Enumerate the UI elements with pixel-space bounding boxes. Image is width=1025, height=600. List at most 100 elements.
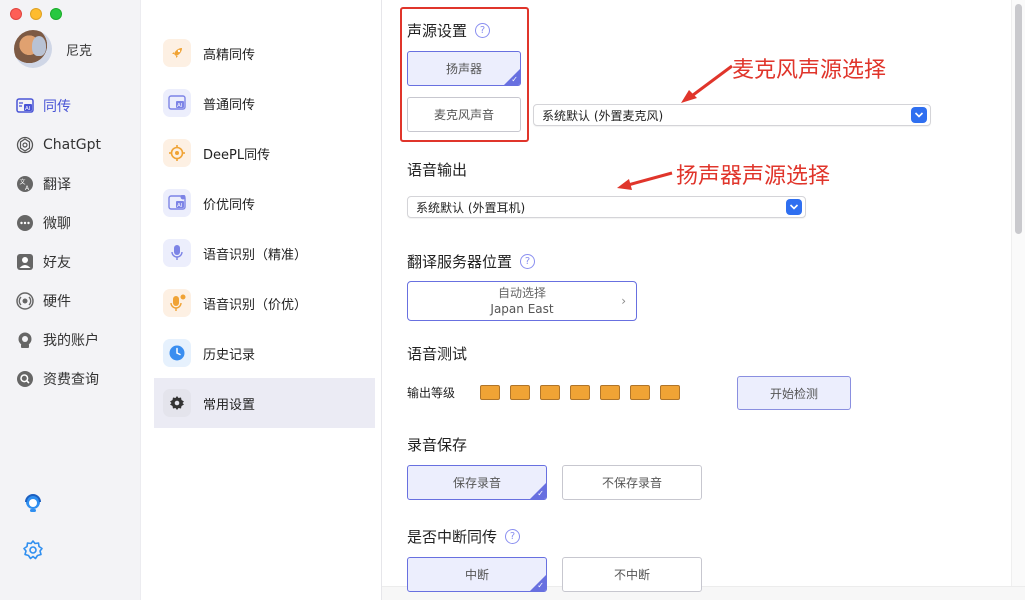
- annotation-arrow-speaker: [617, 171, 673, 190]
- sidebar-item-friends[interactable]: 好友: [0, 242, 141, 281]
- button-label: 保存录音: [452, 476, 501, 490]
- sidebar-item-hardware[interactable]: 硬件: [0, 281, 141, 320]
- mic-source-button[interactable]: 麦克风声音: [407, 97, 521, 132]
- select-value: 系统默认 (外置麦克风): [542, 108, 664, 123]
- save-recording-button[interactable]: 保存录音 ✓: [407, 465, 547, 500]
- speaker-source-button[interactable]: 扬声器 ✓: [407, 51, 521, 86]
- chevron-down-icon: [911, 107, 927, 123]
- rocket-icon: [163, 39, 191, 67]
- chevron-right-icon: ›: [621, 294, 626, 308]
- interrupt-title: 是否中断同传 ?: [407, 526, 521, 547]
- sidebar: 尼克 AI 同传 ChatGpt 文A 翻译 微聊 好友 硬件 我的账户 资费查…: [0, 0, 141, 600]
- list-item-common-settings[interactable]: 常用设置: [154, 378, 375, 428]
- button-label: 不中断: [613, 568, 650, 582]
- support-icon[interactable]: [22, 492, 44, 514]
- check-icon: ✓: [511, 75, 518, 84]
- no-interrupt-button[interactable]: 不中断: [562, 557, 702, 592]
- sidebar-item-pricing[interactable]: 资费查询: [0, 359, 141, 398]
- list-item-label: 语音识别（价优）: [203, 297, 308, 313]
- speaker-output-select[interactable]: 系统默认 (外置耳机): [407, 196, 806, 218]
- list-item-label: 语音识别（精准）: [203, 247, 308, 263]
- server-location-title: 翻译服务器位置 ?: [407, 251, 536, 272]
- microphone-icon: [163, 289, 191, 317]
- app-window: 尼克 AI 同传 ChatGpt 文A 翻译 微聊 好友 硬件 我的账户 资费查…: [0, 0, 1025, 600]
- list-item-label: 高精同传: [203, 47, 256, 63]
- annotation-arrow-mic: [681, 64, 733, 103]
- settings-panel: 声源设置 ? 扬声器 ✓ 麦克风声音 系统默认 (外置麦克风) 麦克风声源选择 …: [382, 0, 1025, 600]
- sidebar-item-label: ChatGpt: [43, 136, 101, 153]
- account-icon: [16, 331, 34, 349]
- translate-icon: 文A: [16, 175, 34, 193]
- button-label: 麦克风声音: [433, 108, 494, 122]
- list-item-label: 历史记录: [203, 347, 256, 363]
- window-controls: [10, 8, 62, 20]
- button-label: 中断: [464, 568, 489, 582]
- button-label: 开始检测: [769, 386, 818, 401]
- minimize-window-button[interactable]: [30, 8, 42, 20]
- list-item-value[interactable]: AI 价优同传: [154, 178, 375, 228]
- svg-text:AI: AI: [177, 103, 183, 109]
- list-item-high-precision[interactable]: 高精同传: [154, 28, 375, 78]
- svg-text:AI: AI: [177, 203, 183, 209]
- list-item-label: 常用设置: [203, 397, 256, 413]
- chevron-down-icon: [786, 199, 802, 215]
- level-meter-segment: [510, 385, 530, 400]
- scrollbar[interactable]: [1011, 0, 1025, 600]
- maximize-window-button[interactable]: [50, 8, 62, 20]
- level-meter-segment: [570, 385, 590, 400]
- clock-icon: [163, 339, 191, 367]
- level-meter-segment: [600, 385, 620, 400]
- target-icon: [163, 139, 191, 167]
- voice-test-title: 语音测试: [407, 343, 467, 364]
- chat-icon: [16, 214, 34, 232]
- start-test-button[interactable]: 开始检测: [737, 376, 851, 410]
- list-item-deepl[interactable]: DeePL同传: [154, 128, 375, 178]
- list-item-normal[interactable]: AI 普通同传: [154, 78, 375, 128]
- section-title: 语音输出: [407, 161, 468, 179]
- sidebar-item-account[interactable]: 我的账户: [0, 320, 141, 359]
- section-title: 翻译服务器位置: [407, 253, 513, 271]
- level-meter-segment: [660, 385, 680, 400]
- list-item-label: 普通同传: [203, 97, 256, 113]
- section-title: 语音测试: [407, 345, 468, 363]
- server-location-select[interactable]: 自动选择 Japan East ›: [407, 281, 637, 321]
- scrollbar-thumb[interactable]: [1015, 4, 1022, 234]
- close-window-button[interactable]: [10, 8, 22, 20]
- no-save-recording-button[interactable]: 不保存录音: [562, 465, 702, 500]
- help-icon[interactable]: ?: [505, 529, 521, 544]
- level-meter-segment: [540, 385, 560, 400]
- help-icon[interactable]: ?: [520, 254, 536, 269]
- mic-source-select[interactable]: 系统默认 (外置麦克风): [533, 104, 931, 126]
- section-title: 录音保存: [407, 436, 468, 454]
- sidebar-item-chat[interactable]: 微聊: [0, 203, 141, 242]
- svg-text:AI: AI: [25, 106, 31, 112]
- ai-translate-icon: AI: [163, 189, 191, 217]
- sidebar-item-tongchuan[interactable]: AI 同传: [0, 86, 141, 125]
- interrupt-button[interactable]: 中断 ✓: [407, 557, 547, 592]
- check-icon: ✓: [537, 489, 544, 498]
- friend-icon: [16, 253, 34, 271]
- avatar[interactable]: [14, 30, 52, 68]
- user-profile[interactable]: 尼克: [14, 30, 92, 68]
- server-auto-label: 自动选择: [497, 286, 546, 300]
- sidebar-item-label: 资费查询: [43, 371, 99, 388]
- level-meter-segment: [630, 385, 650, 400]
- list-item-label: DeePL同传: [203, 147, 271, 163]
- list-item-asr-precise[interactable]: 语音识别（精准）: [154, 228, 375, 278]
- sidebar-item-chatgpt[interactable]: ChatGpt: [0, 125, 141, 164]
- help-icon[interactable]: ?: [475, 23, 491, 38]
- list-item-label: 价优同传: [203, 197, 256, 213]
- gear-icon: [163, 389, 191, 417]
- sidebar-item-label: 微聊: [43, 215, 71, 232]
- openai-icon: [16, 136, 34, 154]
- level-meter-segment: [480, 385, 500, 400]
- hardware-icon: [16, 291, 34, 310]
- profile-name: 尼克: [66, 43, 93, 59]
- button-label: 不保存录音: [601, 476, 662, 490]
- sidebar-item-label: 我的账户: [43, 332, 99, 349]
- settings-icon[interactable]: [22, 539, 44, 561]
- sidebar-item-translate[interactable]: 文A 翻译: [0, 164, 141, 203]
- list-item-asr-value[interactable]: 语音识别（价优）: [154, 278, 375, 328]
- list-item-history[interactable]: 历史记录: [154, 328, 375, 378]
- annotation-mic-text: 麦克风声源选择: [732, 58, 887, 83]
